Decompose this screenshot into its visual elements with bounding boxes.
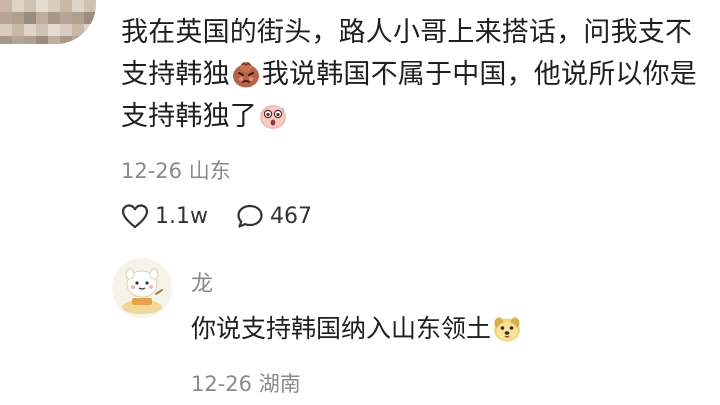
reply-date-location: 12-26 湖南 <box>191 372 301 396</box>
avatar-blur-pixel <box>48 12 60 24</box>
avatar-blur-pixel <box>24 36 36 44</box>
avatar-blur-pixel <box>84 36 96 44</box>
angry-face-emoji-icon <box>232 62 259 88</box>
avatar-blur-pixel <box>48 24 60 36</box>
avatar-blur-pixel <box>60 24 72 36</box>
like-count: 1.1w <box>155 203 208 229</box>
avatar-blur-pixel <box>72 12 84 24</box>
avatar-blur-pixel <box>24 0 36 12</box>
reply-author-name[interactable]: 龙 <box>191 266 213 298</box>
avatar-blur-pixel <box>36 12 48 24</box>
avatar-blur-pixel <box>0 24 12 36</box>
avatar-blur-pixel <box>36 24 48 36</box>
speech-bubble-icon <box>237 204 263 228</box>
reply-author-avatar[interactable] <box>112 258 172 318</box>
avatar-blur-pixel <box>60 36 72 44</box>
avatar-blur-pixel <box>48 0 60 12</box>
like-button[interactable]: 1.1w <box>121 203 208 229</box>
dog-face-emoji-icon <box>494 317 521 342</box>
avatar-blur-pixel <box>0 0 12 12</box>
comment-line-1: 我在英国的街头，路人小哥上来搭话，问我支不 <box>121 17 693 48</box>
avatar-blur-pixel <box>84 12 96 24</box>
avatar-blur-pixel <box>24 12 36 24</box>
reply-text-body: 你说支持韩国纳入山东领土 <box>191 314 492 343</box>
avatar-blur-pixel <box>48 36 60 44</box>
avatar-blur-pixel <box>72 24 84 36</box>
avatar-blur-pixel <box>84 24 96 36</box>
comment-actions: 1.1w 467 <box>121 200 312 232</box>
comment-date-location: 12-26 山东 <box>121 159 231 183</box>
avatar-blur-pixel <box>60 12 72 24</box>
comment-line-3a: 支持韩独了 <box>121 101 257 132</box>
avatar-blur-pixel <box>84 0 96 12</box>
avatar-blur-pixel <box>12 24 24 36</box>
avatar-blur-pixel <box>36 36 48 44</box>
heart-outline-icon <box>121 204 149 229</box>
avatar-blur-pixel <box>0 12 12 24</box>
avatar-blur-pixel <box>24 24 36 36</box>
avatar-blur-pixel <box>60 0 72 12</box>
avatar-blur-pixel <box>12 36 24 44</box>
reply-count: 467 <box>269 203 312 229</box>
avatar-blur-pixel <box>72 0 84 12</box>
avatar-blur-pixel <box>0 36 12 44</box>
avatar-blur-pixel <box>12 0 24 12</box>
cartoon-avatar-icon <box>112 258 172 318</box>
avatar-blur-pixel <box>72 36 84 44</box>
comment-line-2a: 支持韩独 <box>121 59 230 90</box>
comment-line-2b: 我说韩国不属于中国，他说所以你是 <box>261 59 698 90</box>
commenter-avatar-blurred[interactable] <box>0 0 96 44</box>
avatar-blur-pixel <box>36 0 48 12</box>
avatar-blur-pixel <box>12 12 24 24</box>
shocked-face-emoji-icon <box>260 105 286 129</box>
comment-text: 我在英国的街头，路人小哥上来搭话，问我支不 支持韩独 我说韩国不属于中国，他说所… <box>121 12 711 138</box>
reply-button[interactable]: 467 <box>236 203 312 229</box>
reply-text: 你说支持韩国纳入山东领土 <box>191 311 523 347</box>
